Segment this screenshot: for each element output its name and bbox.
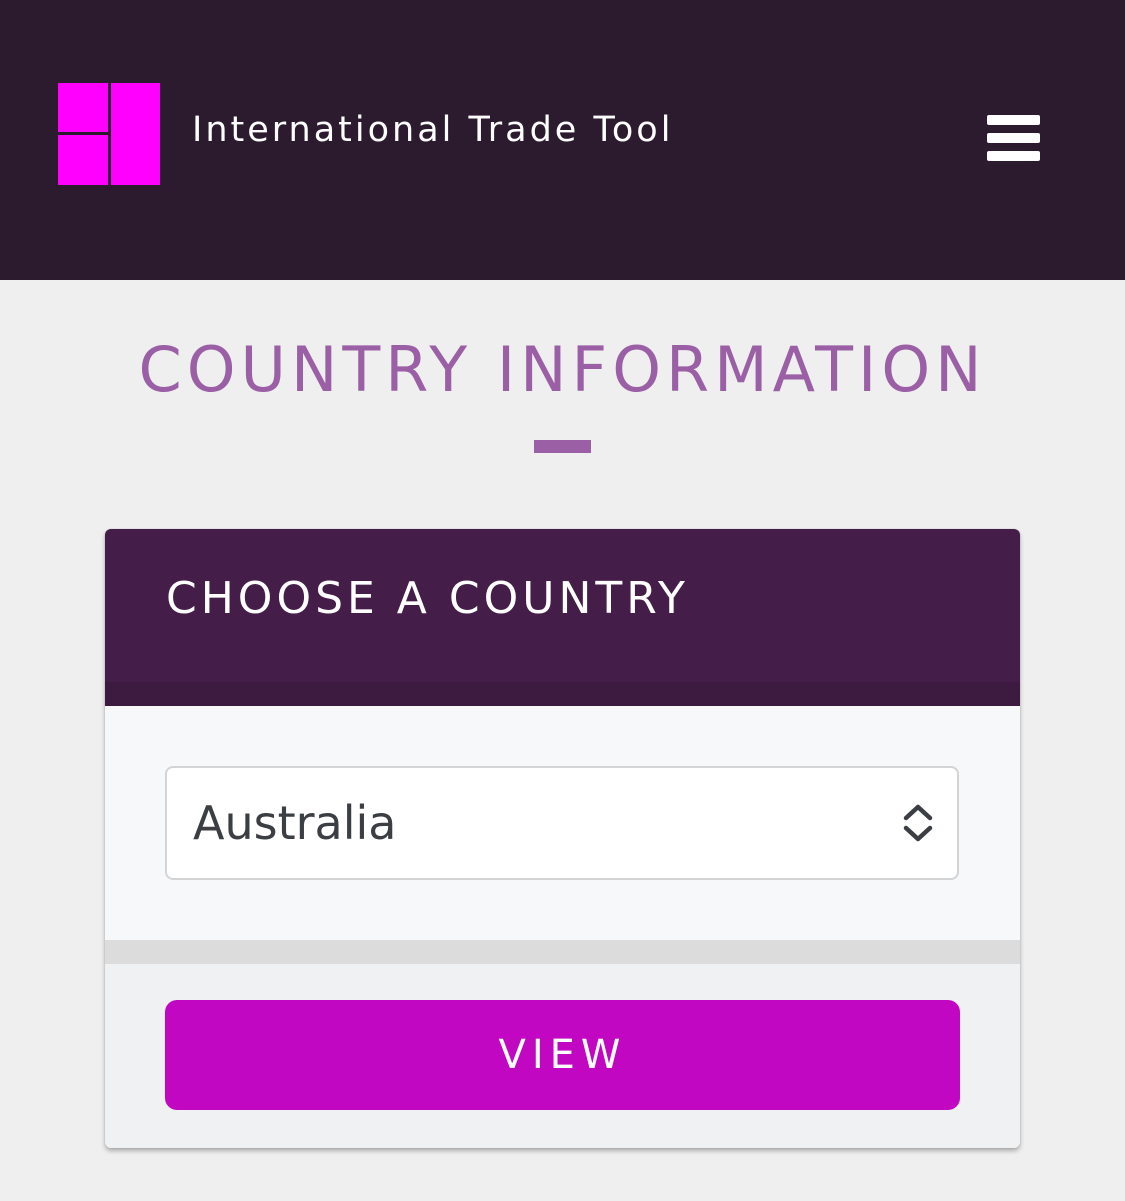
card-title: CHOOSE A COUNTRY [166,573,689,624]
logo-block [58,83,108,132]
logo-block [111,83,160,185]
up-down-chevron-icon [903,804,933,842]
country-card: CHOOSE A COUNTRY Australia VIEW [105,529,1020,1148]
country-select-value: Australia [193,796,397,850]
menu-bar [987,133,1040,143]
card-divider [105,940,1020,964]
card-header-shade [105,682,1020,706]
menu-bar [987,151,1040,161]
app-title[interactable]: International Trade Tool [192,106,673,154]
card-body: Australia [105,706,1020,940]
card-footer: VIEW [105,964,1020,1148]
menu-bar [987,115,1040,125]
app-header: International Trade Tool [0,0,1125,280]
view-button[interactable]: VIEW [165,1000,960,1110]
country-select[interactable]: Australia [165,766,959,880]
hamburger-menu-icon[interactable] [978,104,1050,170]
page-title: COUNTRY INFORMATION [138,333,987,406]
title-underline [534,440,591,453]
grid-logo-icon[interactable] [58,83,160,185]
logo-block [58,135,108,185]
card-header: CHOOSE A COUNTRY [105,529,1020,706]
